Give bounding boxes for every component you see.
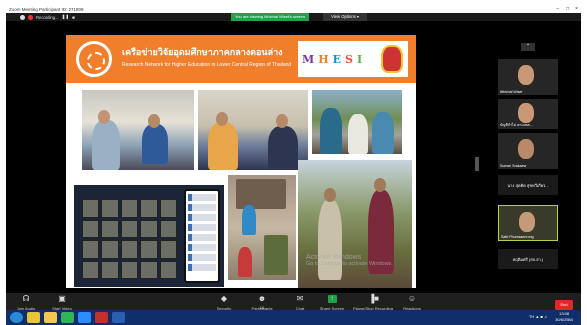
photo-garden xyxy=(298,160,412,288)
mhesi-logo: MHESI xyxy=(298,41,408,77)
maximize-icon[interactable]: □ xyxy=(566,5,569,13)
participant-video[interactable]: บัญชีจำไม่ ตามเหต... xyxy=(498,99,558,129)
headphone-icon: ☊ xyxy=(22,294,30,303)
zoom-window: Zoom Meeting Participant ID: 271809 – □ … xyxy=(6,5,581,317)
windows-taskbar: TH ▲ ■ ♫ 13:08 30/6/2564 xyxy=(6,310,581,325)
participant-video[interactable]: Somsri Srakaew xyxy=(498,133,558,169)
participant-tile[interactable]: พฤติมศรี (สจ.สว.) xyxy=(498,249,558,269)
chrome-icon[interactable] xyxy=(27,312,40,323)
share-notice: You are viewing Itthichai Wiset's screen xyxy=(231,13,309,21)
pause-stop-recording-button[interactable]: ▐■ Pause/Stop Recording xyxy=(348,294,398,312)
phone-screen xyxy=(184,189,220,283)
slide-title-english: Research Network for Higher Education in… xyxy=(122,62,292,68)
system-tray[interactable]: TH ▲ ■ ♫ xyxy=(529,314,547,319)
close-icon[interactable]: × xyxy=(575,5,578,13)
participant-video[interactable]: Itthichai Wiset xyxy=(498,59,558,95)
line-icon[interactable] xyxy=(61,312,74,323)
photo-interview-1 xyxy=(82,90,194,170)
security-button[interactable]: ◆ Security xyxy=(204,294,244,312)
participant-panel: ⌃ Itthichai Wiset บัญชีจำไม่ ตามเหต... S… xyxy=(484,23,581,283)
reactions-button[interactable]: ☺ Reactions xyxy=(392,294,432,312)
end-button[interactable]: End xyxy=(555,300,573,310)
chat-icon: ✉ xyxy=(296,294,304,303)
video-icon: ▣ xyxy=(58,294,66,303)
photo-village xyxy=(228,175,296,280)
title-bar: Zoom Meeting Participant ID: 271809 – □ … xyxy=(6,5,581,13)
recording-label: Recording... xyxy=(36,14,59,20)
minimize-icon[interactable]: – xyxy=(556,5,559,13)
participants-button[interactable]: ☻10 Participants xyxy=(242,294,282,312)
video-grid xyxy=(82,199,177,279)
photo-field-visit xyxy=(312,90,402,154)
stop-icon[interactable]: ■ xyxy=(72,15,75,20)
shield-icon[interactable] xyxy=(20,14,25,20)
word-icon[interactable] xyxy=(112,312,125,323)
emoji-icon: ☺ xyxy=(407,294,417,303)
clock[interactable]: 13:08 30/6/2564 xyxy=(555,311,573,323)
photo-online-meeting xyxy=(74,185,224,287)
people-icon: ☻10 xyxy=(257,294,267,311)
folder-icon[interactable] xyxy=(44,312,57,323)
recording-indicator: Recording... ❚❚ ■ xyxy=(20,13,75,21)
network-logo-icon xyxy=(76,41,112,77)
slide-title-thai: เครือข่ายวิจัยอุดมศึกษาภาคกลางตอนล่าง xyxy=(122,47,283,57)
shared-screen: เครือข่ายวิจัยอุดมศึกษาภาคกลางตอนล่าง Re… xyxy=(66,35,416,288)
participant-tile[interactable]: นาง สุดคิด สุขทวีเกียร... xyxy=(498,175,558,195)
record-dot-icon xyxy=(28,14,33,20)
powerpoint-icon[interactable] xyxy=(95,312,108,323)
shield-icon: ◆ xyxy=(220,294,228,303)
participant-video-active[interactable]: Satit Phumsaenrong xyxy=(498,205,558,241)
activate-windows-watermark: Activate Windows Go to Settings to activ… xyxy=(306,254,393,267)
panel-resize-handle[interactable] xyxy=(475,157,479,171)
window-title: Zoom Meeting Participant ID: 271809 xyxy=(9,6,84,12)
zoom-icon[interactable] xyxy=(78,312,91,323)
chevron-up-icon[interactable]: ⌃ xyxy=(521,43,535,51)
share-icon: ↑ xyxy=(327,295,337,303)
ministry-seal-icon xyxy=(381,45,403,73)
share-screen-button[interactable]: ↑ Share Screen xyxy=(312,295,352,311)
meeting-top-bar: Recording... ❚❚ ■ You are viewing Itthic… xyxy=(6,13,581,21)
view-options-button[interactable]: View Options ▾ xyxy=(323,13,367,21)
slide-banner: เครือข่ายวิจัยอุดมศึกษาภาคกลางตอนล่าง Re… xyxy=(66,35,416,83)
pause-icon[interactable]: ❚❚ xyxy=(62,14,70,20)
start-icon[interactable] xyxy=(10,312,23,323)
start-video-button[interactable]: ▣ Start Video xyxy=(42,294,82,312)
photo-interview-2 xyxy=(198,90,308,170)
join-audio-button[interactable]: ☊ Join Audio xyxy=(6,294,46,312)
record-icon: ▐■ xyxy=(368,294,380,303)
